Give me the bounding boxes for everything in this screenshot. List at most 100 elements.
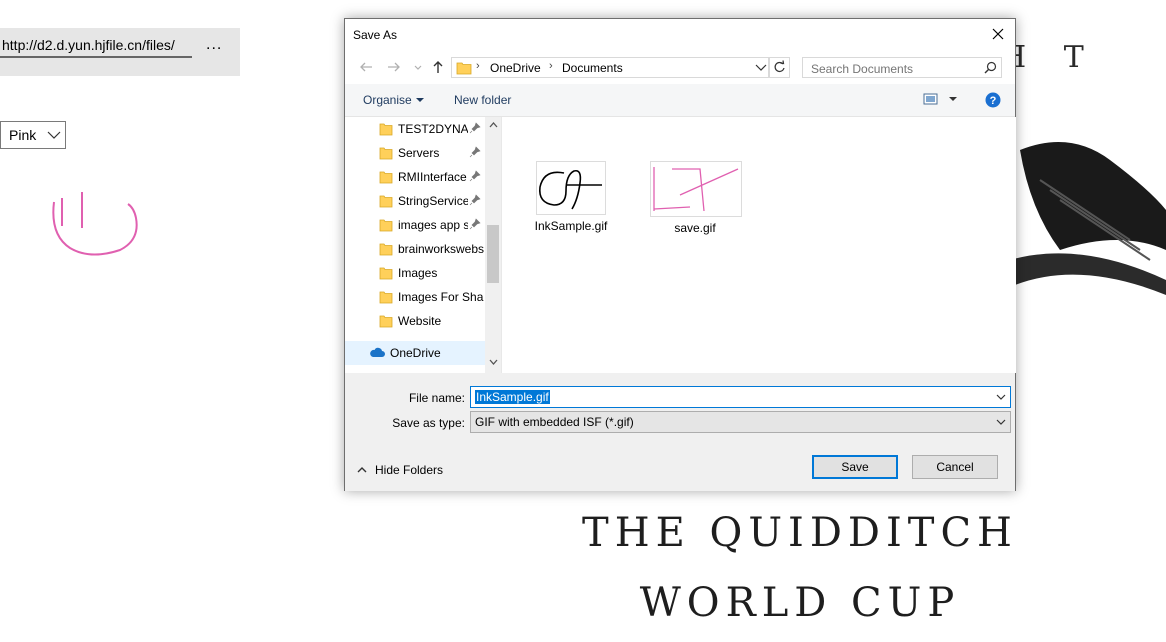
dialog-titlebar: Save As bbox=[345, 19, 1015, 50]
chevron-right-icon: › bbox=[549, 60, 553, 72]
chevron-down-icon[interactable] bbox=[754, 62, 768, 74]
new-folder-button[interactable]: New folder bbox=[454, 93, 511, 107]
sidebar-item-label: Servers bbox=[398, 146, 440, 160]
ink-canvas[interactable] bbox=[40, 180, 150, 270]
sidebar-item-images-for-share[interactable]: Images For Share bbox=[345, 285, 485, 309]
sidebar-item-label: TEST2DYNAMIC bbox=[398, 122, 468, 136]
address-row: › OneDrive › Documents bbox=[345, 50, 1015, 84]
hide-folders-label: Hide Folders bbox=[375, 463, 444, 477]
save-options-area: File name: InkSample.gif Save as type: G… bbox=[345, 373, 1015, 491]
sidebar-item-images[interactable]: Images bbox=[345, 261, 485, 285]
close-icon[interactable] bbox=[981, 19, 1015, 50]
sidebar-item-label: OneDrive bbox=[390, 346, 441, 360]
chevron-down-icon bbox=[996, 419, 1006, 425]
change-view-button[interactable] bbox=[923, 92, 959, 109]
sidebar-item-website[interactable]: Website bbox=[345, 309, 485, 333]
sidebar-item-label: Images bbox=[398, 266, 438, 280]
recent-locations-chevron-icon[interactable] bbox=[409, 58, 427, 76]
search-input[interactable] bbox=[809, 59, 983, 78]
poster-artwork bbox=[1010, 142, 1166, 295]
search-box[interactable] bbox=[802, 57, 1002, 78]
scroll-down-icon[interactable] bbox=[489, 359, 498, 366]
view-icon bbox=[923, 93, 957, 105]
chevron-down-icon bbox=[47, 131, 61, 139]
back-arrow-icon[interactable] bbox=[357, 58, 375, 76]
url-input[interactable]: http://d2.d.yun.hjfile.cn/files/ bbox=[0, 34, 192, 58]
navigation-pane: TEST2DYNAMIC Servers RMIInterface String… bbox=[345, 117, 501, 373]
folder-icon bbox=[379, 147, 393, 160]
folder-icon bbox=[379, 219, 393, 232]
ink-color-select[interactable]: Pink bbox=[0, 121, 66, 149]
ink-color-value: Pink bbox=[9, 127, 37, 143]
sidebar-item-label: RMIInterface bbox=[398, 170, 467, 184]
folder-icon bbox=[456, 62, 472, 75]
file-name-label: File name: bbox=[408, 391, 465, 405]
forward-arrow-icon[interactable] bbox=[385, 58, 403, 76]
help-icon[interactable]: ? bbox=[985, 92, 1001, 108]
file-name-input[interactable]: InkSample.gif bbox=[470, 386, 1011, 408]
file-thumbnail bbox=[650, 161, 742, 217]
sidebar-item-label: images app s bbox=[398, 218, 468, 232]
breadcrumb[interactable]: › OneDrive › Documents bbox=[451, 57, 769, 78]
sidebar-item-onedrive[interactable]: OneDrive bbox=[345, 341, 485, 365]
sidebar-item-brainworkswebs[interactable]: brainworkswebs bbox=[345, 237, 485, 261]
chevron-down-icon[interactable] bbox=[996, 393, 1006, 401]
file-item-save[interactable]: save.gif bbox=[650, 161, 742, 235]
chevron-down-icon bbox=[416, 98, 425, 102]
save-as-type-label: Save as type: bbox=[392, 416, 465, 430]
dialog-title: Save As bbox=[353, 28, 398, 42]
breadcrumb-documents[interactable]: Documents bbox=[562, 61, 623, 75]
url-bar: http://d2.d.yun.hjfile.cn/files/ ... bbox=[0, 28, 240, 76]
pin-icon[interactable] bbox=[469, 122, 481, 134]
folder-icon bbox=[379, 171, 393, 184]
pin-icon[interactable] bbox=[469, 218, 481, 230]
folder-icon bbox=[379, 267, 393, 280]
sidebar-item-label: Images For Share bbox=[398, 290, 484, 304]
up-arrow-icon[interactable] bbox=[429, 58, 447, 76]
refresh-button[interactable] bbox=[769, 57, 790, 78]
file-item-inksample[interactable]: InkSample.gif bbox=[526, 161, 616, 233]
scroll-up-icon[interactable] bbox=[489, 121, 498, 128]
chevron-right-icon: › bbox=[476, 60, 480, 72]
file-name: InkSample.gif bbox=[534, 219, 608, 233]
organise-button[interactable]: Organise bbox=[363, 93, 425, 107]
sidebar-item-label: brainworkswebs bbox=[398, 242, 484, 256]
command-bar: Organise New folder ? bbox=[345, 84, 1015, 117]
cancel-button[interactable]: Cancel bbox=[912, 455, 998, 479]
sidebar-item-label: Website bbox=[398, 314, 442, 328]
file-name: save.gif bbox=[674, 221, 716, 235]
cloud-icon bbox=[370, 347, 385, 357]
folder-icon bbox=[379, 315, 393, 328]
sidebar-item-servers[interactable]: Servers bbox=[345, 141, 485, 165]
save-as-dialog: Save As › OneDrive › Documents Search Do… bbox=[344, 18, 1016, 491]
organise-label: Organise bbox=[363, 93, 412, 107]
poster-title-line1: THE QUIDDITCH bbox=[582, 510, 1018, 556]
sidebar-item-stringservice[interactable]: StringService bbox=[345, 189, 485, 213]
refresh-icon bbox=[774, 60, 785, 72]
svg-text:?: ? bbox=[990, 95, 997, 107]
pin-icon[interactable] bbox=[469, 146, 481, 158]
pin-icon[interactable] bbox=[469, 194, 481, 206]
file-list-pane: InkSample.gif save.gif bbox=[501, 117, 1016, 373]
file-name-value: InkSample.gif bbox=[475, 390, 550, 404]
save-as-type-select[interactable]: GIF with embedded ISF (*.gif) bbox=[470, 411, 1011, 433]
sidebar-item-rmiinterface[interactable]: RMIInterface bbox=[345, 165, 485, 189]
poster-title-line2: WORLD CUP bbox=[639, 580, 961, 626]
navigation-scrollbar[interactable] bbox=[485, 117, 501, 373]
folder-icon bbox=[379, 291, 393, 304]
folder-icon bbox=[379, 243, 393, 256]
scrollbar-thumb[interactable] bbox=[487, 225, 499, 283]
chevron-up-icon bbox=[357, 467, 367, 473]
sidebar-item-label: StringService bbox=[398, 194, 468, 208]
pin-icon[interactable] bbox=[469, 170, 481, 182]
sidebar-item-images-app[interactable]: images app s bbox=[345, 213, 485, 237]
folder-icon bbox=[379, 123, 393, 136]
breadcrumb-onedrive[interactable]: OneDrive bbox=[490, 61, 541, 75]
sidebar-item-test2dynamic[interactable]: TEST2DYNAMIC bbox=[345, 117, 485, 141]
save-button[interactable]: Save bbox=[812, 455, 898, 479]
folder-icon bbox=[379, 195, 393, 208]
file-thumbnail bbox=[536, 161, 606, 215]
search-icon bbox=[984, 61, 997, 74]
more-button[interactable]: ... bbox=[206, 36, 222, 54]
save-as-type-value: GIF with embedded ISF (*.gif) bbox=[475, 415, 634, 429]
